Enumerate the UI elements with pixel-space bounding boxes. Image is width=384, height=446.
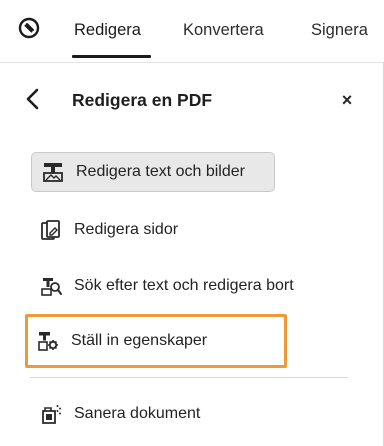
menu-item-edit-pages[interactable]: Redigera sidor — [30, 210, 330, 250]
menu-item-label: Ställ in egenskaper — [71, 332, 208, 349]
panel-header: Redigera en PDF × — [0, 63, 383, 138]
sanitize-document-icon — [42, 405, 61, 424]
divider — [30, 377, 348, 378]
tab-konvertera[interactable]: Konvertera — [183, 20, 264, 40]
set-properties-icon — [38, 332, 58, 351]
active-tab-indicator — [72, 55, 151, 58]
chevron-left-icon[interactable] — [22, 86, 44, 112]
menu-item-find-redact[interactable]: Sök efter text och redigera bort — [30, 266, 330, 306]
top-toolbar: Redigera Konvertera Signera — [0, 0, 384, 60]
menu-item-label: Sanera dokument — [74, 405, 201, 422]
menu-item-label: Redigera sidor — [74, 221, 179, 238]
close-button[interactable]: × — [336, 89, 358, 111]
tab-redigera[interactable]: Redigera — [74, 20, 141, 40]
acrobat-tools-icon[interactable] — [18, 17, 40, 39]
menu-item-label: Sök efter text och redigera bort — [74, 277, 294, 294]
menu-item-label: Redigera text och bilder — [76, 163, 245, 180]
edit-pdf-panel: Redigera en PDF × Redigera text och bild… — [0, 62, 384, 446]
tab-signera[interactable]: Signera — [311, 20, 368, 40]
menu-item-sanitize-document[interactable]: Sanera dokument — [30, 394, 330, 434]
menu-item-set-properties[interactable]: Ställ in egenskaper — [25, 314, 287, 368]
menu-item-edit-text-images[interactable]: Redigera text och bilder — [31, 152, 275, 192]
edit-text-images-icon — [43, 163, 63, 182]
panel-title: Redigera en PDF — [72, 90, 213, 110]
edit-pages-icon — [41, 220, 60, 240]
find-redact-icon — [41, 278, 62, 296]
